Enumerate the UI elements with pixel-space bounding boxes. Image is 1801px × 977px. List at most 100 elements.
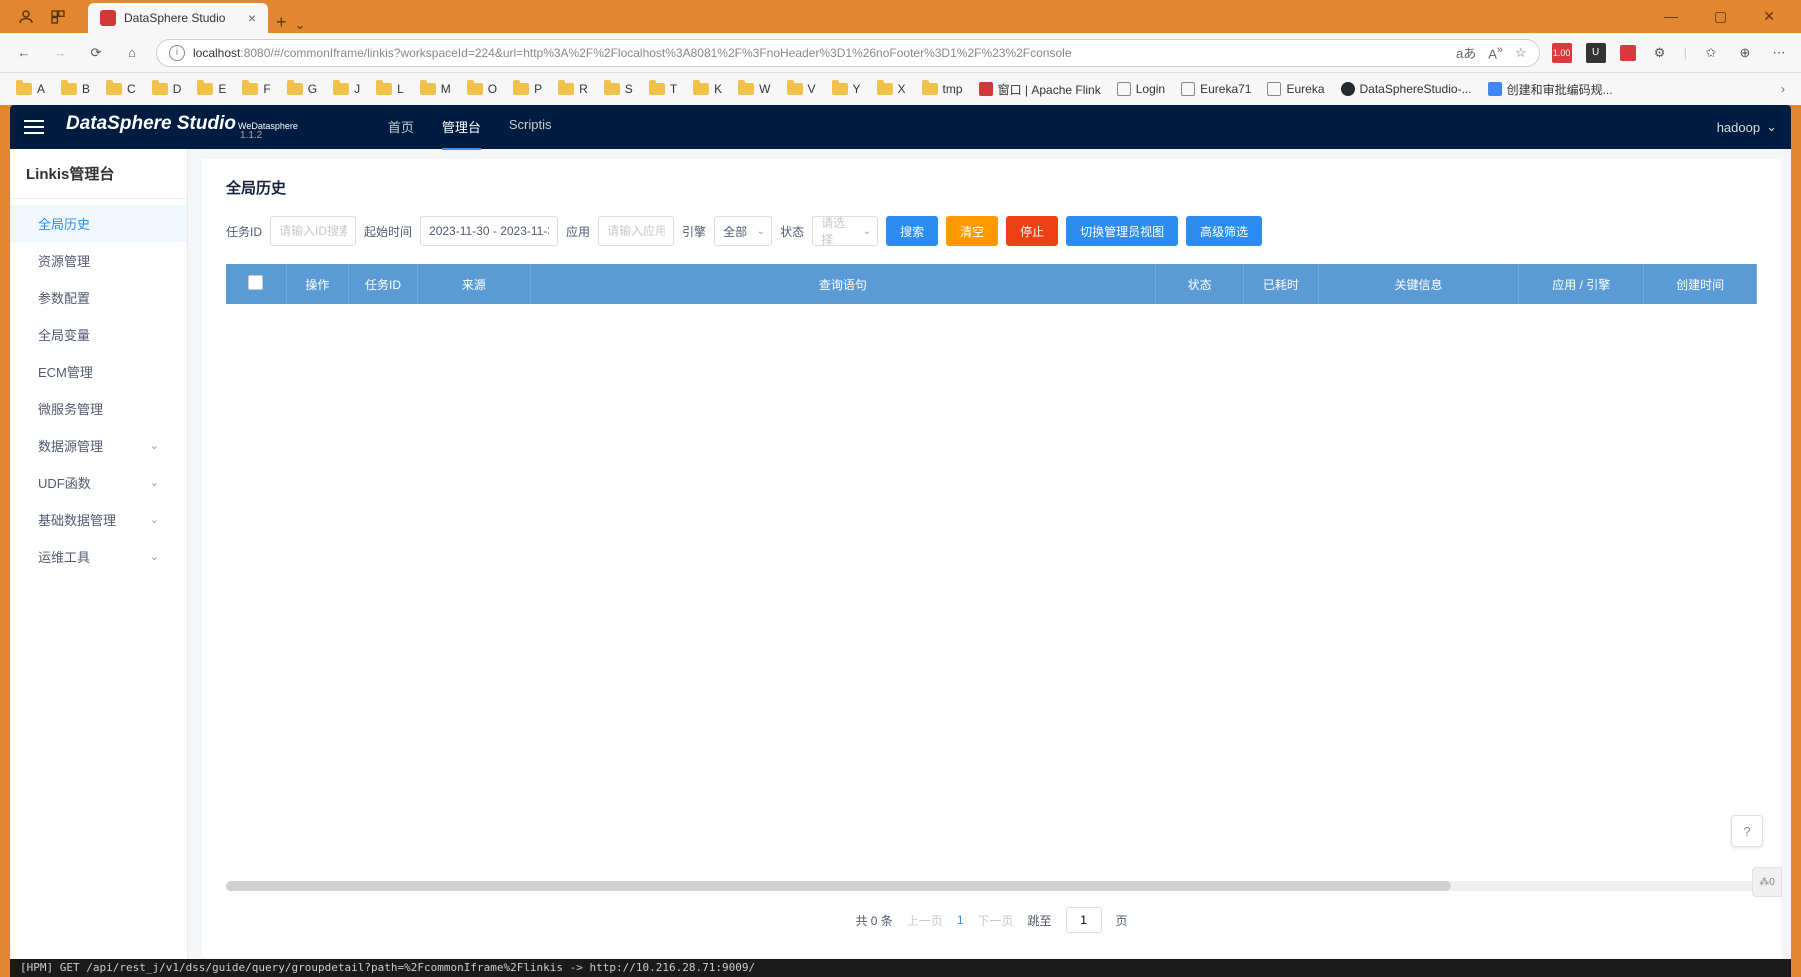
bookmark-item[interactable]: Y (826, 78, 867, 100)
sidebar-item[interactable]: 资源管理 (10, 242, 187, 279)
checkbox-icon[interactable] (248, 275, 263, 290)
home-button[interactable]: ⌂ (120, 41, 144, 65)
bookmark-item[interactable]: F (236, 78, 276, 100)
table-header-7[interactable]: 应用 / 引擎 (1519, 264, 1644, 304)
sidebar: Linkis管理台 全局历史资源管理参数配置全局变量ECM管理微服务管理数据源管… (10, 149, 188, 967)
readaloud-icon[interactable]: A» (1488, 44, 1503, 61)
sidebar-item[interactable]: UDF函数⌄ (10, 464, 187, 501)
user-menu[interactable]: hadoop ⌄ (1717, 119, 1777, 135)
bookmark-item[interactable]: T (643, 78, 683, 100)
bookmark-item[interactable]: J (327, 78, 366, 100)
bookmark-item[interactable]: K (687, 78, 728, 100)
bookmark-item[interactable]: 创建和审批编码规... (1482, 77, 1619, 102)
bookmark-item[interactable]: Eureka (1261, 78, 1330, 100)
refresh-button[interactable]: ⟳ (84, 41, 108, 65)
bookmark-item[interactable]: DataSphereStudio-... (1335, 78, 1478, 100)
advanced-filter-button[interactable]: 高级筛选 (1186, 216, 1262, 246)
bookmark-item[interactable]: A (10, 78, 51, 100)
stop-button[interactable]: 停止 (1006, 216, 1058, 246)
clear-button[interactable]: 清空 (946, 216, 998, 246)
table-header-5[interactable]: 已耗时 (1243, 264, 1318, 304)
bookmark-item[interactable]: Eureka71 (1175, 78, 1257, 100)
more-icon[interactable]: ⋯ (1769, 43, 1789, 63)
sidebar-item[interactable]: 数据源管理⌄ (10, 427, 187, 464)
engine-select[interactable]: 全部⌄ (714, 216, 772, 246)
nav-item-首页[interactable]: 首页 (388, 105, 414, 150)
favorites-icon[interactable]: ✩ (1701, 43, 1721, 63)
site-info-icon[interactable]: i (169, 45, 185, 61)
bookmark-item[interactable]: L (370, 78, 410, 100)
app-logo[interactable]: DataSphere Studio WeDatasphere 1.1.2 (66, 113, 298, 141)
help-button[interactable]: ? (1731, 815, 1763, 847)
prev-page-button[interactable]: 上一页 (907, 912, 943, 929)
bookmark-item[interactable]: R (552, 78, 594, 100)
nav-item-管理台[interactable]: 管理台 (442, 105, 481, 150)
date-range-input[interactable] (420, 216, 558, 246)
next-page-button[interactable]: 下一页 (978, 912, 1014, 929)
sidebar-item[interactable]: 基础数据管理⌄ (10, 501, 187, 538)
horizontal-scrollbar[interactable] (226, 881, 1757, 891)
tab-close-icon[interactable]: × (248, 10, 256, 26)
bookmark-item[interactable]: 窗口 | Apache Flink (973, 77, 1107, 102)
workspaces-icon[interactable] (48, 7, 68, 27)
bookmark-item[interactable]: D (146, 78, 188, 100)
close-window-icon[interactable]: ✕ (1755, 4, 1783, 29)
translate-badge[interactable]: aあ (1456, 43, 1476, 62)
minimize-icon[interactable]: — (1656, 4, 1686, 29)
switch-view-button[interactable]: 切换管理员视图 (1066, 216, 1178, 246)
bookmark-item[interactable]: W (732, 78, 776, 100)
select-all-header[interactable] (226, 264, 286, 304)
sidebar-item[interactable]: 微服务管理 (10, 390, 187, 427)
bookmark-item[interactable]: X (871, 78, 912, 100)
sidebar-item[interactable]: 参数配置 (10, 279, 187, 316)
ext-3-icon[interactable] (1620, 45, 1636, 61)
bookmark-item[interactable]: E (191, 78, 232, 100)
goto-page-input[interactable] (1066, 907, 1102, 933)
bookmark-item[interactable]: G (281, 78, 323, 100)
maximize-icon[interactable]: ▢ (1706, 4, 1735, 29)
table-header-1[interactable]: 任务ID (349, 264, 418, 304)
bookmark-item[interactable]: M (414, 78, 457, 100)
bookmark-item[interactable]: C (100, 78, 142, 100)
scrollbar-thumb[interactable] (226, 881, 1451, 891)
new-tab-button[interactable]: + (276, 12, 287, 33)
bookmark-item[interactable]: P (507, 78, 548, 100)
profile-icon[interactable] (16, 7, 36, 27)
current-page[interactable]: 1 (957, 913, 964, 927)
folder-icon (604, 83, 620, 95)
search-button[interactable]: 搜索 (886, 216, 938, 246)
bookmark-item[interactable]: V (781, 78, 822, 100)
starttime-label: 起始时间 (364, 223, 412, 240)
ext-2-icon[interactable]: U (1586, 43, 1606, 63)
browser-tab[interactable]: DataSphere Studio × (88, 3, 268, 33)
nav-item-Scriptis[interactable]: Scriptis (509, 105, 552, 150)
menu-toggle-button[interactable] (24, 120, 44, 134)
bookmark-item[interactable]: B (55, 78, 96, 100)
app-input[interactable] (598, 216, 674, 246)
table-header-4[interactable]: 状态 (1156, 264, 1244, 304)
table-header-0[interactable]: 操作 (286, 264, 349, 304)
table-header-3[interactable]: 查询语句 (530, 264, 1156, 304)
bookmarks-overflow-icon[interactable]: › (1775, 82, 1791, 96)
url-bar[interactable]: i localhost:8080/#/commonIframe/linkis?w… (156, 39, 1540, 67)
table-header-6[interactable]: 关键信息 (1318, 264, 1518, 304)
sidebar-item[interactable]: ECM管理 (10, 353, 187, 390)
bookmark-item[interactable]: S (598, 78, 639, 100)
table-header-2[interactable]: 来源 (417, 264, 530, 304)
bookmark-item[interactable]: Login (1111, 78, 1171, 100)
taskid-input[interactable] (270, 216, 356, 246)
collections-icon[interactable]: ⊕ (1735, 43, 1755, 63)
extensions-icon[interactable]: ⚙ (1650, 43, 1670, 63)
ext-1-icon[interactable]: 1.00 (1552, 43, 1572, 63)
tab-dropdown-icon[interactable]: ⌄ (295, 17, 306, 33)
sidebar-item[interactable]: 全局变量 (10, 316, 187, 353)
bookmark-item[interactable]: tmp (916, 78, 969, 100)
sidebar-item[interactable]: 运维工具⌄ (10, 538, 187, 575)
status-select[interactable]: 请选择⌄ (812, 216, 878, 246)
bookmark-item[interactable]: O (461, 78, 503, 100)
side-panel-toggle[interactable]: ⁂0 (1752, 867, 1782, 897)
favorite-icon[interactable]: ☆ (1515, 45, 1527, 61)
sidebar-item[interactable]: 全局历史 (10, 205, 187, 242)
back-button[interactable]: ← (12, 41, 36, 65)
table-header-8[interactable]: 创建时间 (1644, 264, 1757, 304)
